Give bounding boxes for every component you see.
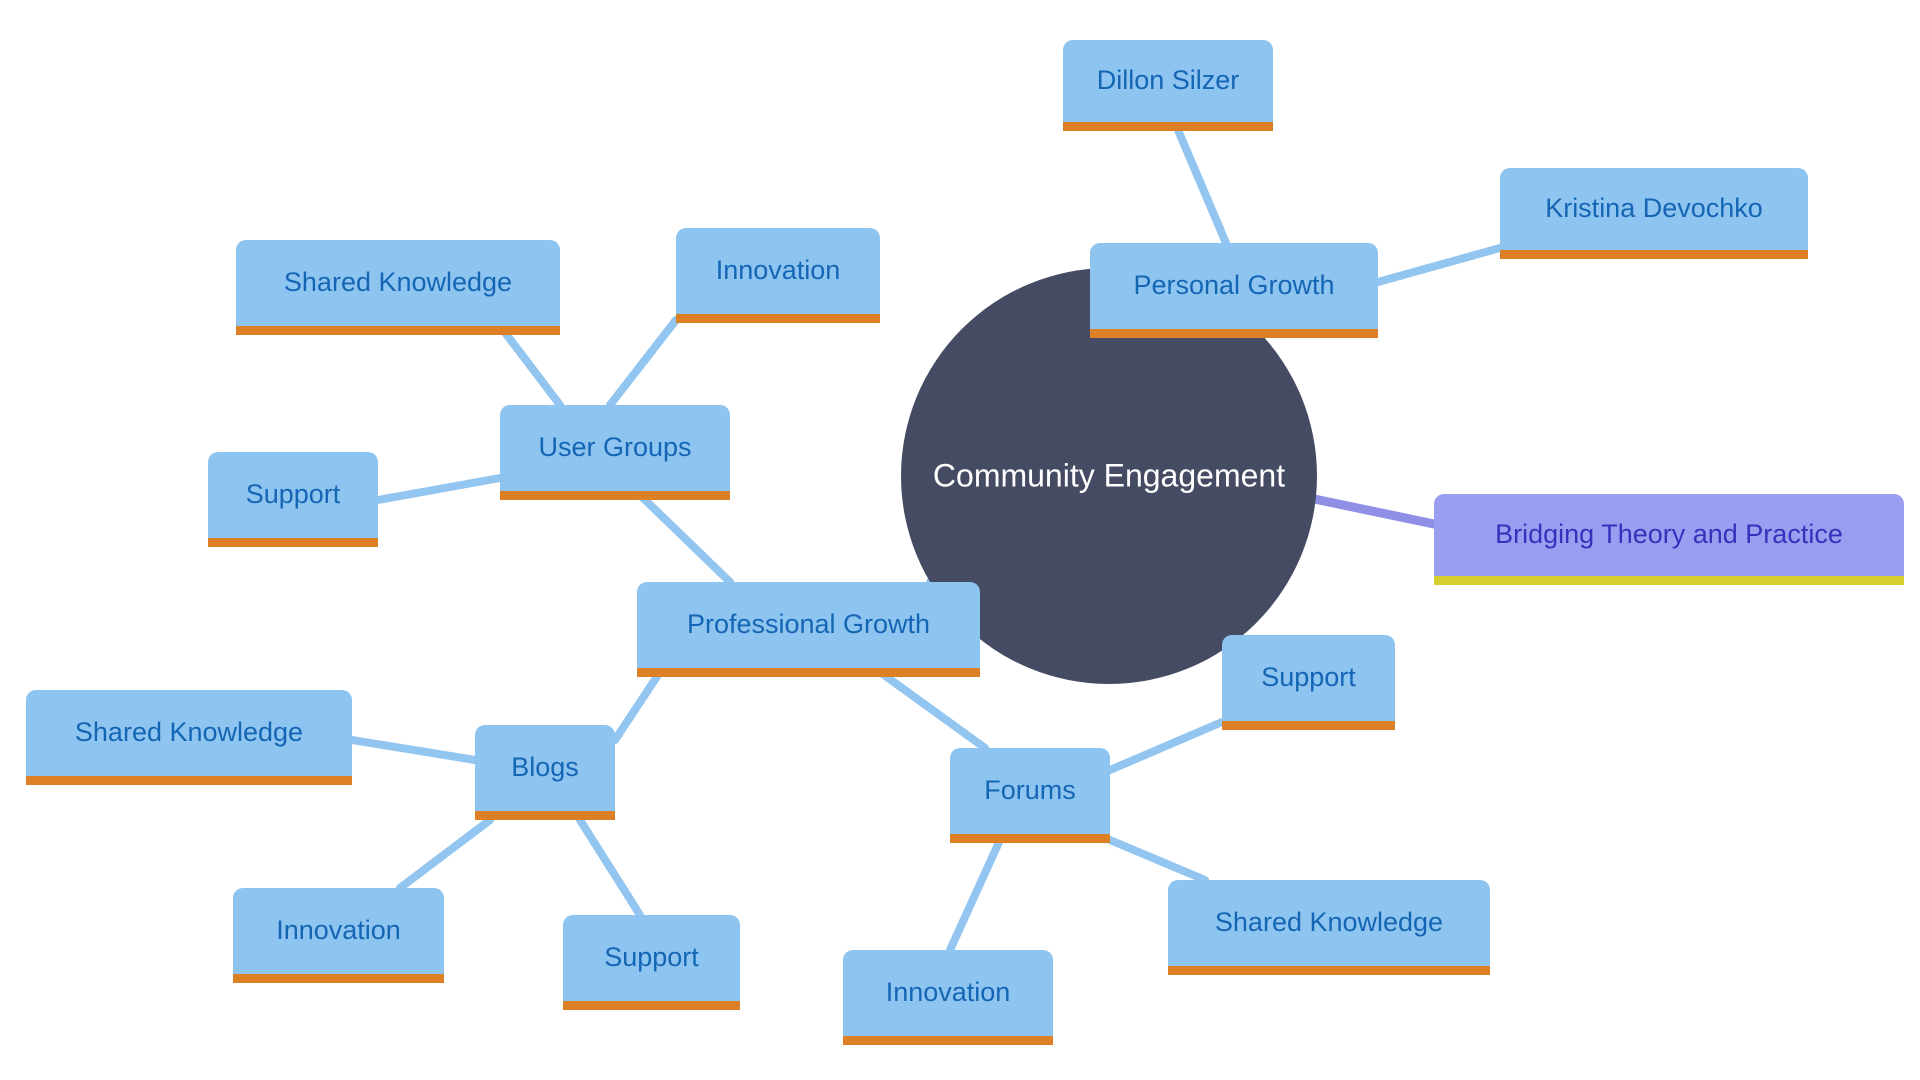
mindmap-node-label: Innovation — [716, 255, 841, 285]
mindmap-node-accent-bar — [1222, 721, 1395, 730]
root-node-label: Community Engagement — [933, 457, 1285, 493]
mindmap-node-label: Support — [604, 942, 699, 972]
mindmap-edge — [606, 316, 680, 409]
mindmap-edge — [876, 668, 989, 752]
mindmap-node-accent-bar — [1500, 250, 1808, 259]
mindmap-node[interactable]: Forums — [950, 748, 1110, 843]
mindmap-node-accent-bar — [950, 834, 1110, 843]
mindmap-node[interactable]: Professional Growth — [637, 582, 980, 677]
mindmap-node[interactable]: Blogs — [475, 725, 615, 820]
mindmap-node-label: Support — [1261, 662, 1356, 692]
mindmap-node[interactable]: Dillon Silzer — [1063, 40, 1273, 131]
mindmap-edge — [611, 668, 664, 744]
mindmap-node-label: Bridging Theory and Practice — [1495, 519, 1843, 549]
mindmap-node[interactable]: Shared Knowledge — [26, 690, 352, 785]
mindmap-node-label: Forums — [984, 775, 1076, 805]
mindmap-node-accent-bar — [563, 1001, 740, 1010]
mindmap-edge — [496, 322, 564, 409]
mindmap-node-label: Dillon Silzer — [1097, 65, 1240, 95]
mindmap-node-accent-bar — [233, 974, 444, 983]
mindmap-node-accent-bar — [637, 668, 980, 677]
mindmap-node[interactable]: Innovation — [843, 950, 1053, 1045]
mindmap-edge — [1295, 491, 1439, 529]
mindmap-node-accent-bar — [1063, 122, 1273, 131]
mindmap-svg: Community Engagement Personal Growth Dill… — [26, 40, 1904, 1045]
mindmap-node-accent-bar — [1168, 966, 1490, 975]
mindmap-node[interactable]: Support — [208, 452, 378, 547]
mindmap-node[interactable]: Shared Knowledge — [1168, 880, 1490, 975]
mindmap-node-label: Shared Knowledge — [75, 717, 303, 747]
mindmap-node[interactable]: Support — [1222, 635, 1395, 730]
mindmap-edge — [396, 816, 494, 892]
mindmap-node-accent-bar — [236, 326, 560, 335]
mindmap-node-label: Innovation — [276, 915, 401, 945]
mindmap-canvas: Community Engagement Personal Growth Dill… — [0, 0, 1920, 1080]
mindmap-edge — [1106, 718, 1226, 774]
mindmap-edge — [374, 474, 504, 504]
mindmap-node[interactable]: Shared Knowledge — [236, 240, 560, 335]
mindmap-node-accent-bar — [1090, 329, 1378, 338]
mindmap-node-accent-bar — [676, 314, 880, 323]
mindmap-node-label: Shared Knowledge — [284, 267, 512, 297]
mindmap-node[interactable]: Innovation — [676, 228, 880, 323]
mindmap-edge — [576, 816, 644, 919]
mindmap-edge — [348, 736, 479, 764]
mindmap-node-label: Blogs — [511, 752, 579, 782]
mindmap-edge — [1106, 836, 1209, 884]
mindmap-node[interactable]: Support — [563, 915, 740, 1010]
mindmap-node-label: Professional Growth — [687, 609, 930, 639]
mindmap-node[interactable]: Innovation — [233, 888, 444, 983]
mindmap-edge — [636, 491, 734, 586]
mindmap-edge — [1374, 244, 1504, 286]
mindmap-node-label: Support — [246, 479, 341, 509]
mindmap-node-label: Kristina Devochko — [1545, 193, 1763, 223]
mindmap-edge — [946, 836, 1004, 954]
mindmap-node-accent-bar — [475, 811, 615, 820]
mindmap-node[interactable]: Bridging Theory and Practice — [1434, 494, 1904, 585]
mindmap-node-label: Innovation — [886, 977, 1011, 1007]
mindmap-node-label: Personal Growth — [1133, 270, 1334, 300]
mindmap-node-label: Shared Knowledge — [1215, 907, 1443, 937]
mindmap-node-accent-bar — [1434, 576, 1904, 585]
mindmap-node-accent-bar — [26, 776, 352, 785]
mindmap-node[interactable]: Personal Growth — [1090, 243, 1378, 338]
mindmap-node-accent-bar — [208, 538, 378, 547]
mindmap-node[interactable]: User Groups — [500, 405, 730, 500]
mindmap-edge — [1174, 126, 1230, 247]
mindmap-node-label: User Groups — [538, 432, 691, 462]
mindmap-node-accent-bar — [843, 1036, 1053, 1045]
mindmap-node-accent-bar — [500, 491, 730, 500]
mindmap-node[interactable]: Kristina Devochko — [1500, 168, 1808, 259]
